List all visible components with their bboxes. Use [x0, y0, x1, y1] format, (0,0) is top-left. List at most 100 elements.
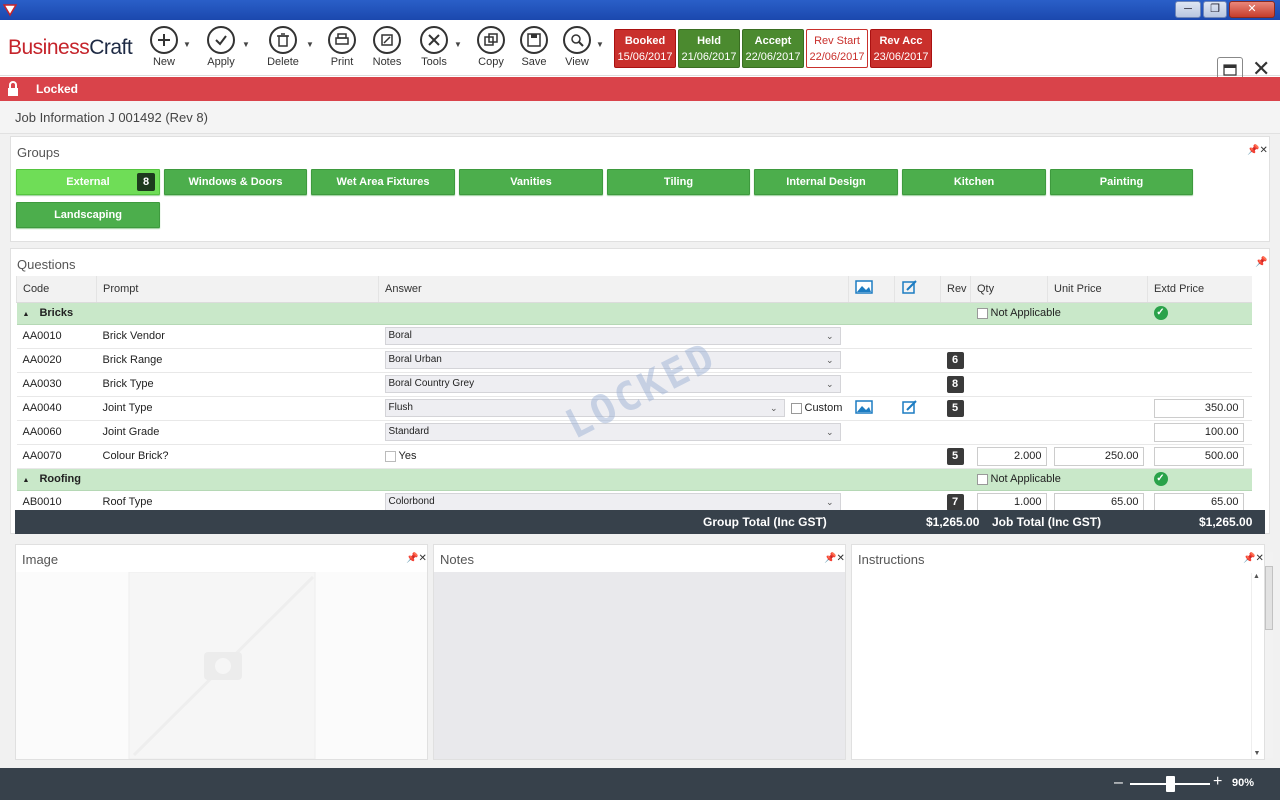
table-row[interactable]: AA0070 Colour Brick? Yes 5 2.000 250.00 …	[16, 444, 1252, 469]
print-button[interactable]: Print	[317, 26, 367, 68]
scrollbar-thumb[interactable]	[1265, 566, 1273, 630]
group-label: Landscaping	[54, 209, 122, 221]
custom-label: Custom	[804, 401, 843, 414]
extd-price-field[interactable]: 65.00	[1153, 492, 1244, 512]
chevron-down-icon[interactable]: ▼	[454, 40, 462, 49]
group-kitchen[interactable]: Kitchen	[902, 169, 1046, 195]
pin-icon[interactable]: 📌✕	[824, 553, 845, 564]
status-rev-start[interactable]: Rev Start 22/06/2017	[806, 29, 868, 68]
tools-label: Tools	[421, 56, 447, 68]
unit-price-field[interactable]: 250.00	[1053, 446, 1144, 466]
column-header-answer[interactable]: Answer	[378, 276, 849, 303]
column-header-unit-price[interactable]: Unit Price	[1047, 276, 1148, 303]
column-header-extd-price[interactable]: Extd Price	[1147, 276, 1252, 303]
edit-note-icon[interactable]	[901, 399, 919, 415]
group-landscaping[interactable]: Landscaping	[16, 202, 160, 228]
zoom-level: 90%	[1232, 777, 1255, 789]
picture-icon[interactable]	[854, 399, 873, 414]
group-wet-area-fixtures[interactable]: Wet Area Fixtures	[311, 169, 455, 195]
count-badge: 8	[137, 173, 155, 191]
instructions-panel: Instructions 📌✕ ▲ ▼	[851, 544, 1265, 760]
new-button[interactable]: New ▼	[139, 26, 191, 68]
chevron-down-icon[interactable]: ▼	[306, 40, 314, 49]
unit-price-field[interactable]: 65.00	[1053, 492, 1144, 512]
window-close-button[interactable]: ✕	[1229, 1, 1275, 18]
pin-icon[interactable]: 📌✕	[1247, 145, 1268, 156]
group-row-roofing[interactable]: ▲ Roofing Not Applicable ✓	[16, 468, 1252, 491]
apply-label: Apply	[207, 56, 235, 68]
status-accept[interactable]: Accept 22/06/2017	[742, 29, 804, 68]
status-booked[interactable]: Booked 15/06/2017	[614, 29, 676, 68]
answer-select[interactable]: Colorbond ⌄	[384, 493, 841, 511]
pin-icon[interactable]: 📌	[1255, 257, 1267, 268]
column-header-code[interactable]: Code	[16, 276, 97, 303]
locked-banner: Locked	[0, 77, 1280, 101]
status-name: Booked	[624, 35, 666, 47]
column-header-notes[interactable]	[894, 276, 941, 303]
rev-badge: 8	[946, 375, 964, 393]
answer-select[interactable]: Boral ⌄	[384, 327, 841, 345]
answer-value: Flush	[388, 402, 413, 413]
group-label: External	[66, 176, 110, 188]
print-label: Print	[330, 56, 354, 68]
row-code: AA0060	[16, 420, 97, 445]
column-header-qty[interactable]: Qty	[970, 276, 1048, 303]
column-header-image[interactable]	[848, 276, 895, 303]
notes-button[interactable]: Notes	[362, 26, 412, 68]
extd-price-field[interactable]: 500.00	[1153, 446, 1244, 466]
zoom-slider-thumb[interactable]	[1165, 776, 1175, 792]
column-header-rev[interactable]: Rev	[940, 276, 971, 303]
view-button[interactable]: View ▼	[552, 26, 604, 68]
answer-select[interactable]: Boral Urban ⌄	[384, 351, 841, 369]
column-header-prompt[interactable]: Prompt	[96, 276, 379, 303]
chevron-down-icon[interactable]: ▼	[596, 40, 604, 49]
zoom-out-button[interactable]: –	[1114, 774, 1123, 792]
group-painting[interactable]: Painting	[1050, 169, 1193, 195]
not-applicable-checkbox[interactable]	[976, 307, 988, 319]
notes-panel-title: Notes	[440, 552, 474, 567]
group-row-bricks[interactable]: ▲ Bricks Not Applicable ✓	[16, 302, 1252, 325]
status-held[interactable]: Held 21/06/2017	[678, 29, 740, 68]
not-applicable-checkbox[interactable]	[976, 473, 988, 485]
delete-button[interactable]: Delete ▼	[258, 26, 314, 68]
answer-value: Boral Urban	[388, 354, 442, 365]
table-row[interactable]: AA0060 Joint Grade Standard ⌄ 100.00	[16, 420, 1252, 445]
row-code: AA0070	[16, 444, 97, 469]
maximize-button[interactable]: ❐	[1203, 1, 1227, 18]
status-rev-acc[interactable]: Rev Acc 23/06/2017	[870, 29, 932, 68]
group-windows-doors[interactable]: Windows & Doors	[164, 169, 307, 195]
row-code: AA0040	[16, 396, 97, 421]
custom-checkbox[interactable]	[790, 402, 802, 414]
job-total-value: $1,265.00	[1199, 515, 1253, 529]
vertical-scrollbar[interactable]: ▲ ▼	[1251, 573, 1261, 759]
group-internal-design[interactable]: Internal Design	[754, 169, 898, 195]
row-code: AA0020	[16, 348, 97, 373]
pin-icon[interactable]: 📌✕	[406, 553, 427, 564]
row-code: AA0030	[16, 372, 97, 397]
group-vanities[interactable]: Vanities	[459, 169, 603, 195]
extd-price-field[interactable]: 100.00	[1153, 422, 1244, 442]
chevron-down-icon[interactable]: ▼	[183, 40, 191, 49]
group-tiling[interactable]: Tiling	[607, 169, 750, 195]
qty-field[interactable]: 1.000	[976, 492, 1047, 512]
apply-button[interactable]: Apply ▼	[196, 26, 250, 68]
pin-icon[interactable]: 📌✕	[1243, 553, 1264, 564]
tools-button[interactable]: Tools ▼	[409, 26, 462, 68]
qty-field[interactable]: 2.000	[976, 446, 1047, 466]
camera-icon	[128, 571, 316, 760]
table-row[interactable]: AA0010 Brick Vendor Boral ⌄	[16, 324, 1252, 349]
minimize-button[interactable]: ─	[1175, 1, 1201, 18]
group-external[interactable]: External 8	[16, 169, 160, 195]
group-label: Tiling	[663, 176, 694, 188]
chevron-down-icon[interactable]: ▼	[242, 40, 250, 49]
status-name: Accept	[754, 35, 792, 47]
totals-bar: Group Total (Inc GST) $1,265.00 Job Tota…	[15, 510, 1265, 534]
answer-checkbox[interactable]	[384, 450, 396, 462]
collapse-icon[interactable]: ▲	[23, 311, 30, 318]
zoom-in-button[interactable]: +	[1213, 773, 1222, 791]
chevron-down-icon: ⌄	[825, 331, 834, 341]
collapse-icon[interactable]: ▲	[23, 477, 30, 484]
calendar-icon	[1223, 64, 1237, 76]
notes-textarea[interactable]	[434, 572, 845, 759]
extd-price-field[interactable]: 350.00	[1153, 398, 1244, 418]
